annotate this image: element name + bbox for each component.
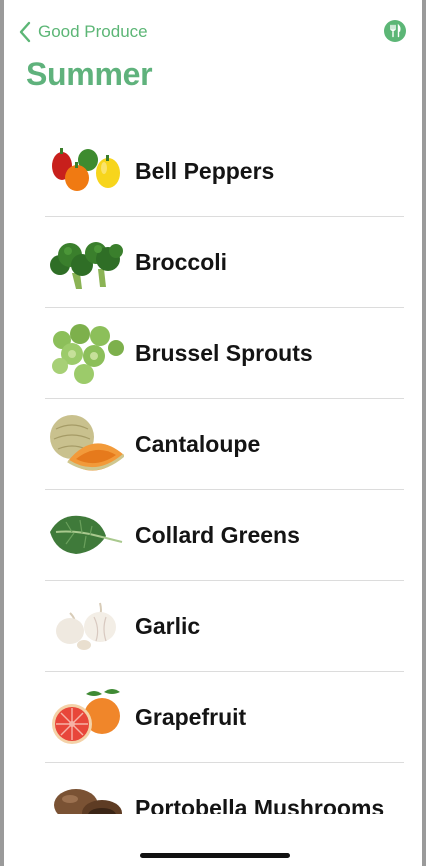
bell-peppers-image — [52, 148, 120, 191]
back-button[interactable]: Good Produce — [18, 20, 148, 44]
produce-list: Bell Peppers Broccoli Brussel Sprouts Ca… — [4, 126, 422, 814]
produce-name: Collard Greens — [135, 522, 300, 548]
broccoli-image — [50, 242, 123, 289]
list-item-grapefruit[interactable]: Grapefruit — [4, 672, 422, 763]
navigation-bar: Good Produce Summer — [4, 0, 422, 110]
produce-name: Broccoli — [135, 249, 228, 275]
brussel-sprouts-image — [52, 324, 124, 384]
produce-name: Portobella Mushrooms — [135, 795, 385, 814]
produce-name: Garlic — [135, 613, 201, 639]
produce-name: Cantaloupe — [135, 431, 261, 457]
fork-knife-button[interactable] — [384, 20, 406, 42]
list-item-collard-greens[interactable]: Collard Greens — [4, 490, 422, 581]
produce-name: Brussel Sprouts — [135, 340, 313, 366]
garlic-image — [56, 602, 116, 650]
grapefruit-image — [52, 689, 120, 744]
list-item-portobella-mushrooms[interactable]: Portobella Mushrooms — [4, 763, 422, 814]
collard-greens-image — [50, 515, 123, 554]
list-item-bell-peppers[interactable]: Bell Peppers — [4, 126, 422, 217]
portobella-mushrooms-image — [54, 789, 122, 814]
chevron-left-icon — [19, 21, 31, 43]
list-item-broccoli[interactable]: Broccoli — [4, 217, 422, 308]
cantaloupe-image — [50, 415, 124, 471]
home-indicator — [140, 853, 290, 858]
back-button-label: Good Produce — [38, 22, 148, 41]
list-item-brussel-sprouts[interactable]: Brussel Sprouts — [4, 308, 422, 399]
page-title: Summer — [26, 56, 153, 92]
fork-knife-icon — [390, 24, 401, 38]
produce-name: Grapefruit — [135, 704, 247, 730]
produce-name: Bell Peppers — [135, 158, 275, 184]
list-item-cantaloupe[interactable]: Cantaloupe — [4, 399, 422, 490]
app-screen: Good Produce Summer Bell Peppers Broccol… — [4, 0, 422, 866]
list-item-garlic[interactable]: Garlic — [4, 581, 422, 672]
